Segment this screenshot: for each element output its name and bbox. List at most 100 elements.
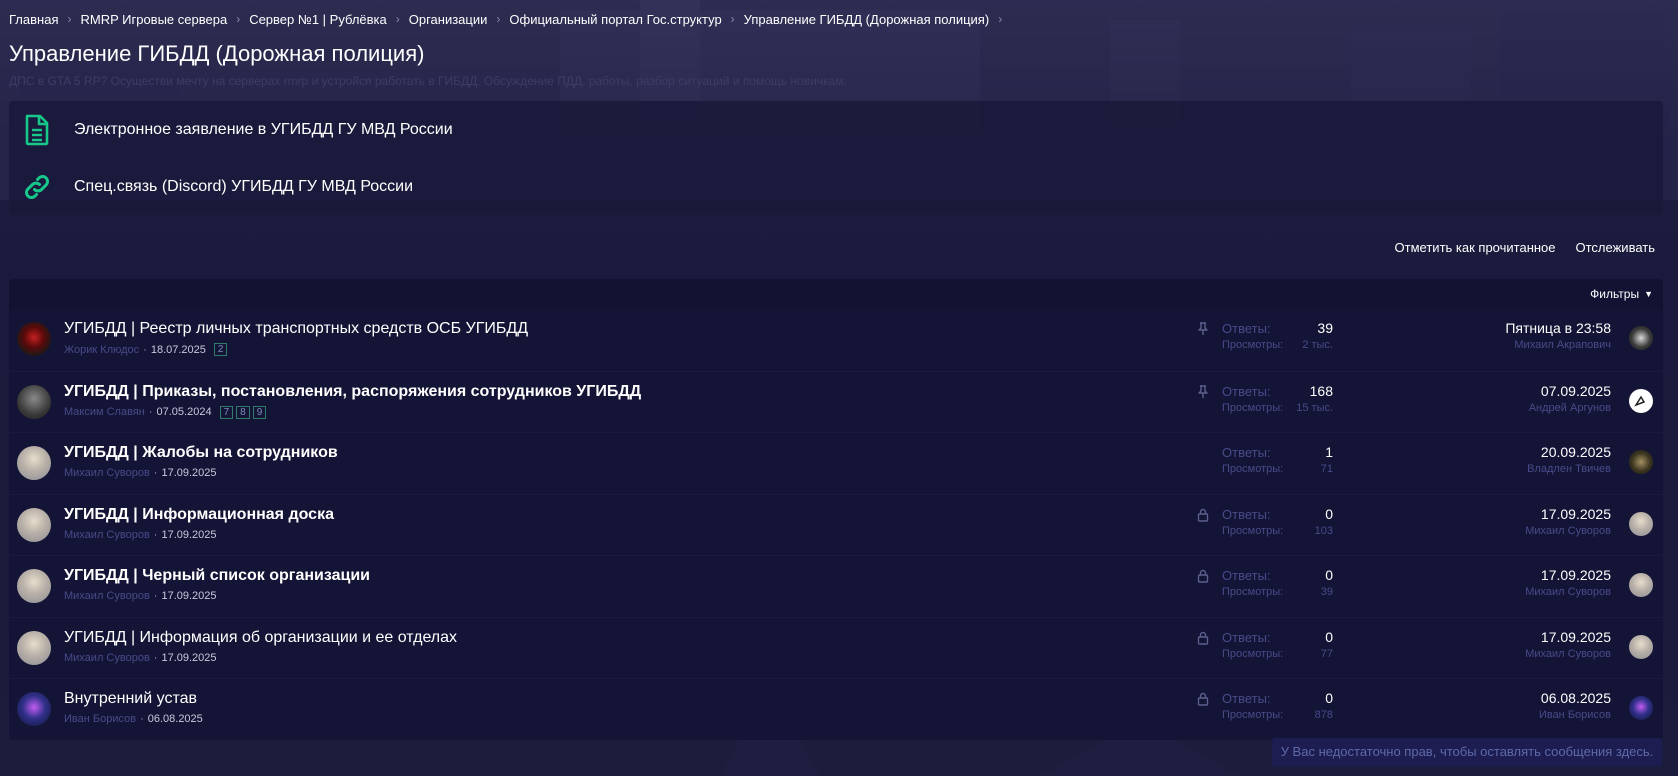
thread-stat-labels: Ответы: Просмотры: xyxy=(1222,506,1283,540)
replies-count: 39 xyxy=(1317,320,1333,336)
thread-list-header: Фильтры ▼ xyxy=(9,279,1663,309)
thread-title[interactable]: Внутренний устав xyxy=(64,690,197,708)
last-post-date[interactable]: 17.09.2025 xyxy=(1525,629,1611,646)
replies-count: 168 xyxy=(1309,382,1333,399)
thread-author[interactable]: Михаил Суворов xyxy=(64,529,150,541)
thread-title[interactable]: УГИБДД | Черный список организации xyxy=(64,567,370,585)
thread-row: УГИБДД | Реестр личных транспортных сред… xyxy=(9,309,1663,371)
thread-stat-values: 168 15 тыс. xyxy=(1296,383,1333,417)
thread-row: УГИБДД | Информация об организации и ее … xyxy=(9,616,1663,679)
watch-button[interactable]: Отслеживать xyxy=(1576,240,1655,255)
breadcrumb-home[interactable]: Главная xyxy=(9,12,58,27)
thread-author[interactable]: Максим Славян xyxy=(64,406,145,418)
forum-actions: Отметить как прочитанное Отслеживать xyxy=(9,215,1663,279)
last-post-info: 17.09.2025 Михаил Суворов xyxy=(1525,567,1611,601)
last-post-info: 17.09.2025 Михаил Суворов xyxy=(1525,629,1611,663)
lock-icon xyxy=(1196,508,1210,522)
last-post-user[interactable]: Михаил Суворов xyxy=(1525,523,1611,540)
thread-row: УГИБДД | Черный список организации Михаил… xyxy=(9,555,1663,617)
last-poster-avatar[interactable] xyxy=(1629,696,1653,720)
filters-button[interactable]: Фильтры ▼ xyxy=(1590,287,1653,301)
author-avatar[interactable] xyxy=(17,630,51,665)
link-discord[interactable]: Спец.связь (Discord) УГИБДД ГУ МВД Росси… xyxy=(9,158,1663,215)
last-post-date[interactable]: 06.08.2025 xyxy=(1539,690,1611,707)
last-post-date[interactable]: 07.09.2025 xyxy=(1529,383,1611,400)
breadcrumb-organizations[interactable]: Организации xyxy=(409,12,488,27)
last-post-date[interactable]: Пятница в 23:58 xyxy=(1505,320,1611,337)
meta-separator: · xyxy=(153,467,158,479)
thread-rows: УГИБДД | Реестр личных транспортных сред… xyxy=(9,309,1663,740)
thread-title[interactable]: УГИБДД | Информация об организации и ее … xyxy=(64,629,457,647)
breadcrumb-game-servers[interactable]: RMRP Игровые сервера xyxy=(80,12,227,27)
thread-title[interactable]: УГИБДД | Приказы, постановления, распоря… xyxy=(64,383,641,401)
last-poster-avatar[interactable] xyxy=(1629,573,1653,597)
thread-meta: Михаил Суворов · 17.09.2025 xyxy=(64,652,217,664)
views-label: Просмотры: xyxy=(1222,586,1284,598)
views-count: 77 xyxy=(1320,647,1333,660)
mark-read-button[interactable]: Отметить как прочитанное xyxy=(1395,240,1556,255)
last-post-user[interactable]: Андрей Аргунов xyxy=(1529,400,1611,417)
chevron-right-icon: › xyxy=(496,12,501,26)
page-jump-link[interactable]: 9 xyxy=(252,405,267,419)
last-post-date[interactable]: 17.09.2025 xyxy=(1525,506,1611,523)
author-avatar[interactable] xyxy=(17,692,51,726)
thread-author[interactable]: Михаил Суворов xyxy=(64,467,150,479)
thread-author[interactable]: Михаил Суворов xyxy=(64,652,150,664)
thread-stat-labels: Ответы: Просмотры: xyxy=(1222,690,1283,724)
last-post-user[interactable]: Михаил Суворов xyxy=(1525,646,1611,663)
thread-title[interactable]: УГИБДД | Реестр личных транспортных сред… xyxy=(64,320,528,338)
last-post-date[interactable]: 20.09.2025 xyxy=(1527,444,1611,461)
last-poster-avatar[interactable] xyxy=(1629,326,1653,350)
thread-date: 07.05.2024 xyxy=(156,406,212,418)
thread-author[interactable]: Жорик Клюдос xyxy=(64,344,139,356)
last-post-user[interactable]: Владлен Твичев xyxy=(1527,461,1611,478)
breadcrumb-server-1[interactable]: Сервер №1 | Рублёвка xyxy=(249,12,387,27)
author-avatar[interactable] xyxy=(17,569,51,603)
chevron-right-icon: › xyxy=(730,12,735,26)
views-label: Просмотры: xyxy=(1222,339,1284,351)
last-poster-avatar[interactable] xyxy=(1629,634,1653,659)
page-jump-list: 2 xyxy=(213,343,231,356)
thread-author[interactable]: Михаил Суворов xyxy=(64,590,150,602)
page-jump-link[interactable]: 7 xyxy=(219,405,234,419)
replies-label: Ответы: xyxy=(1222,383,1271,399)
thread-stat-values: 0 103 xyxy=(1315,506,1333,540)
thread-author[interactable]: Иван Борисов xyxy=(64,713,136,725)
last-poster-avatar[interactable] xyxy=(1629,450,1653,474)
page-jump-link[interactable]: 2 xyxy=(213,343,228,356)
author-avatar[interactable] xyxy=(17,384,51,419)
chevron-right-icon: › xyxy=(67,12,72,26)
last-poster-avatar[interactable] xyxy=(1629,511,1653,536)
thread-title[interactable]: УГИБДД | Жалобы на сотрудников xyxy=(64,444,338,462)
views-count: 39 xyxy=(1320,586,1333,598)
author-avatar[interactable] xyxy=(17,446,51,480)
replies-count: 0 xyxy=(1325,690,1333,706)
author-avatar[interactable] xyxy=(17,322,51,356)
thread-date: 18.07.2025 xyxy=(150,343,206,356)
page-jump-link[interactable]: 8 xyxy=(236,405,250,419)
breadcrumb-gov-portal[interactable]: Официальный портал Гос.структур xyxy=(509,12,721,27)
views-label: Просмотры: xyxy=(1222,709,1284,721)
last-poster-avatar[interactable] xyxy=(1629,388,1653,413)
forum-links-block: Электронное заявление в УГИБДД ГУ МВД Ро… xyxy=(9,101,1663,215)
replies-label: Ответы: xyxy=(1222,629,1271,645)
meta-separator: · xyxy=(153,590,158,602)
last-post-user[interactable]: Иван Борисов xyxy=(1539,707,1611,724)
author-avatar[interactable] xyxy=(17,507,51,542)
pin-icon xyxy=(1196,322,1210,336)
last-post-user[interactable]: Михаил Суворов xyxy=(1525,584,1611,601)
thread-meta: Михаил Суворов · 17.09.2025 xyxy=(64,590,217,602)
thread-title[interactable]: УГИБДД | Информационная доска xyxy=(64,506,334,524)
last-post-date[interactable]: 17.09.2025 xyxy=(1525,567,1611,584)
thread-list: Фильтры ▼ УГИБДД | Реестр личных транспо… xyxy=(9,279,1663,740)
thread-stat-values: 0 77 xyxy=(1321,629,1333,663)
link-label: Электронное заявление в УГИБДД ГУ МВД Ро… xyxy=(74,120,453,138)
breadcrumb-gibdd[interactable]: Управление ГИБДД (Дорожная полиция) xyxy=(744,12,990,27)
replies-label: Ответы: xyxy=(1222,321,1271,336)
lock-icon xyxy=(1196,569,1210,583)
last-post-user[interactable]: Михаил Акрапович xyxy=(1505,337,1611,354)
meta-separator: · xyxy=(148,406,153,418)
thread-stat-labels: Ответы: Просмотры: xyxy=(1222,383,1283,417)
link-electronic-application[interactable]: Электронное заявление в УГИБДД ГУ МВД Ро… xyxy=(9,101,1663,158)
replies-count: 1 xyxy=(1325,444,1333,460)
